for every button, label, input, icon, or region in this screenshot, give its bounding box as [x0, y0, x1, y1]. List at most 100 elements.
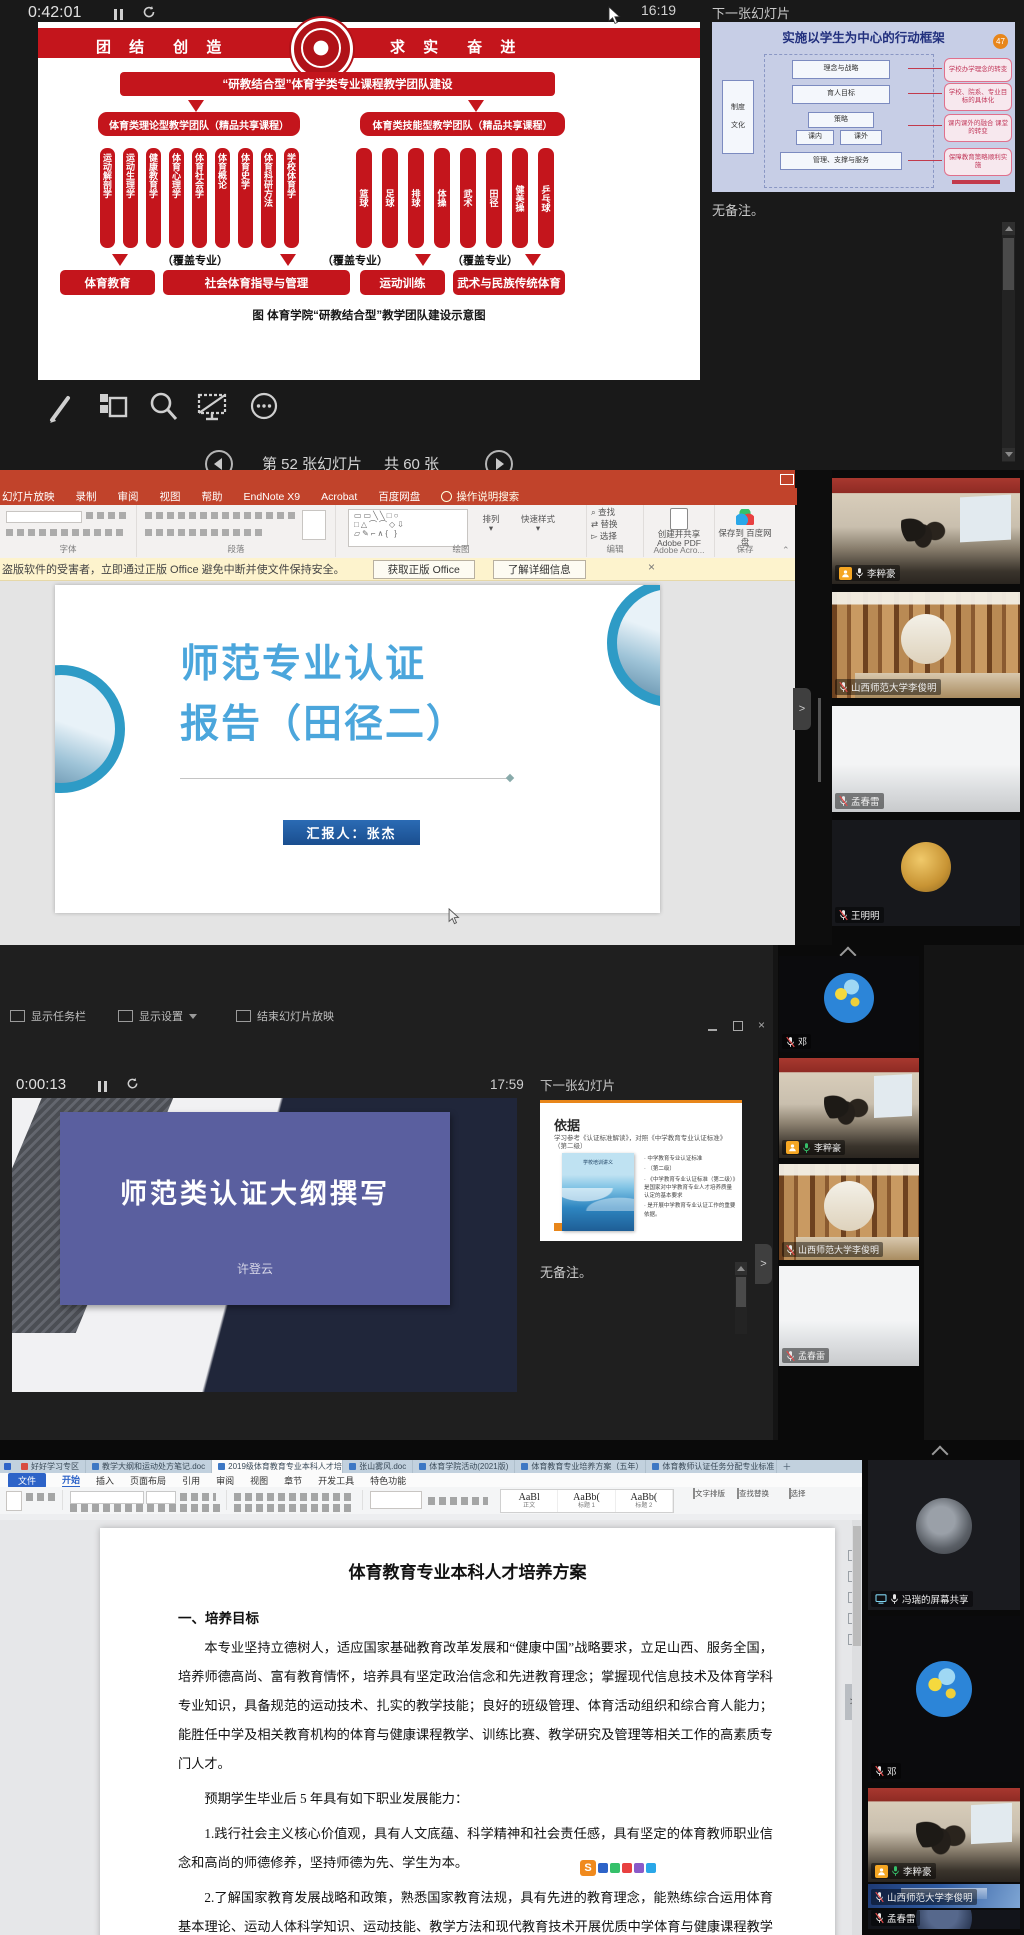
document-tab[interactable]: 体育教育专业培养方案（五年）	[515, 1460, 646, 1473]
notes-scrollbar[interactable]	[1002, 222, 1015, 462]
menu-item[interactable]: 视图	[250, 1474, 268, 1487]
close-button[interactable]: ×	[758, 1018, 765, 1032]
ribbon-tab[interactable]: 百度网盘	[378, 489, 420, 504]
style-preset[interactable]: AaBb( 标题 1	[558, 1490, 615, 1512]
participant-tile[interactable]: 孟春雷	[779, 1266, 919, 1366]
paragraph-group[interactable]: 段落	[137, 505, 336, 557]
styles-gallery[interactable]: AaBl 正文 AaBb( 标题 1 AaBb( 标题 2	[500, 1489, 674, 1513]
style-preset[interactable]: AaBl 正文	[501, 1490, 558, 1512]
menu-item[interactable]: 插入	[96, 1474, 114, 1487]
font-grow-shrink-icons[interactable]	[180, 1493, 216, 1501]
ribbon-tab[interactable]: Acrobat	[321, 491, 357, 503]
ribbon-tab[interactable]: EndNote X9	[244, 491, 301, 503]
expand-panel-tab[interactable]: >	[755, 1244, 772, 1284]
participant-tile[interactable]: 邓	[868, 1616, 1020, 1782]
font-size-select[interactable]	[146, 1491, 176, 1504]
participant-tile[interactable]: 李粹豪	[832, 478, 1020, 584]
clipboard-icons[interactable]	[26, 1493, 56, 1501]
restart-timer-icon[interactable]	[126, 1077, 139, 1095]
paragraph-icons-bottom[interactable]	[234, 1504, 354, 1512]
document-tab[interactable]: 好好学习专区	[15, 1460, 86, 1473]
expand-panel-tab[interactable]: >	[793, 688, 811, 730]
paste-icon[interactable]	[6, 1491, 22, 1511]
quick-styles-button[interactable]: 快速样式▾	[512, 515, 564, 534]
participant-tile[interactable]: 李粹豪	[868, 1788, 1020, 1882]
menu-item[interactable]: 文件	[8, 1473, 46, 1488]
ribbon-tab[interactable]: 视图	[160, 489, 181, 504]
tell-me-search[interactable]: 操作说明搜索	[441, 489, 519, 504]
font-name-select[interactable]	[70, 1491, 144, 1504]
editing-group[interactable]: ⌕ 查找 ⇄ 替换 ▻ 选择 编辑	[587, 505, 644, 557]
show-taskbar-button[interactable]: 显示任务栏	[10, 1008, 86, 1024]
see-all-slides-icon[interactable]	[98, 390, 130, 429]
menu-item[interactable]: 章节	[284, 1474, 302, 1487]
participant-tile[interactable]: 王明明	[832, 820, 1020, 926]
next-slide-preview[interactable]: 实施以学生为中心的行动框架 47 制度文化 理念与战略 育人目标 策略 课内 课…	[712, 22, 1015, 192]
arrange-button[interactable]: 排列▾	[474, 515, 508, 534]
new-tab-button[interactable]: ＋	[777, 1460, 796, 1473]
paragraph-icons-top[interactable]	[234, 1493, 354, 1501]
participant-tile[interactable]: 山西师范大学李俊明	[779, 1164, 919, 1260]
document-area[interactable]: 体育教育专业本科人才培养方案 一、培养目标 本专业坚持立德树人，适应国家基础教育…	[0, 1520, 862, 1935]
document-tab[interactable]: 体育教师认证任务分配专业标准	[646, 1460, 777, 1473]
style-box[interactable]	[370, 1491, 422, 1509]
presenter-display-icon[interactable]	[780, 474, 794, 485]
font-style-icons[interactable]	[70, 1504, 220, 1512]
document-page[interactable]: 体育教育专业本科人才培养方案 一、培养目标 本专业坚持立德树人，适应国家基础教育…	[100, 1528, 835, 1935]
document-tab[interactable]: 体育学院活动(2021版)	[413, 1460, 515, 1473]
ppt-slide-canvas[interactable]: 师范专业认证 报告（田径二） 汇报人：张杰	[55, 585, 660, 913]
participant-tile[interactable]: 李粹豪	[779, 1058, 919, 1158]
end-slideshow-button[interactable]: 结束幻灯片放映	[236, 1008, 334, 1024]
document-tab[interactable]: 张山雾风.doc	[343, 1460, 413, 1473]
blank-screen-icon[interactable]	[196, 390, 230, 429]
ribbon-tab[interactable]: 帮助	[202, 489, 223, 504]
participant-tile[interactable]: 山西师范大学李俊明	[868, 1884, 1020, 1908]
get-genuine-office-button[interactable]: 获取正版 Office	[373, 560, 475, 579]
menu-item[interactable]: 开始	[62, 1473, 80, 1488]
find-button[interactable]: ⌕ 查找	[591, 508, 639, 517]
participant-tile[interactable]: 邓	[779, 956, 919, 1052]
pen-tool-icon[interactable]	[46, 390, 76, 431]
ribbon-tab[interactable]: 审阅	[118, 489, 139, 504]
menu-item[interactable]: 开发工具	[318, 1474, 354, 1487]
misc-icons[interactable]	[428, 1497, 488, 1505]
ribbon-tab[interactable]: 幻灯片放映	[2, 489, 55, 504]
find-replace-button[interactable]: 查找替换	[734, 1489, 772, 1498]
shape-gallery-icons[interactable]: ▭▭╲╲□○□△⌒⌒◇⇩▱✎⌐∧{ }	[354, 511, 406, 538]
select-button[interactable]: 选择	[778, 1489, 816, 1498]
restore-button[interactable]	[733, 1020, 743, 1034]
document-tab[interactable]: 2019级体育教育专业本科人才培养方案	[212, 1460, 343, 1473]
doc-scrollbar[interactable]	[852, 1520, 862, 1935]
minimize-button[interactable]	[708, 1022, 717, 1036]
drawing-group[interactable]: ▭▭╲╲□○□△⌒⌒◇⇩▱✎⌐∧{ } 排列▾ 快速样式▾ 绘图	[336, 505, 587, 557]
style-preset[interactable]: AaBb( 标题 2	[616, 1490, 673, 1512]
pause-icon[interactable]	[98, 1079, 110, 1097]
font-group[interactable]: 字体	[0, 505, 137, 557]
menu-item[interactable]: 特色功能	[370, 1474, 406, 1487]
text-layout-button[interactable]: 文字排版	[690, 1489, 728, 1498]
learn-more-button[interactable]: 了解详细信息	[493, 560, 586, 579]
menu-item[interactable]: 引用	[182, 1474, 200, 1487]
next-slide-button[interactable]	[485, 450, 513, 470]
adobe-pdf-group[interactable]: 创建并共享 Adobe PDF Adobe Acro...	[644, 505, 715, 557]
previous-slide-button[interactable]	[205, 450, 233, 470]
participant-tile[interactable]: 孟春雷	[868, 1910, 1020, 1929]
menu-item[interactable]: 页面布局	[130, 1474, 166, 1487]
wps-app-icon[interactable]	[4, 1463, 11, 1470]
collapse-ribbon-icon[interactable]: ⌃	[782, 545, 790, 556]
next-slide-preview[interactable]: 依据 学习参考《认证标准解读》，对照《中学教育专业认证标准》（第二级） 学校培训…	[540, 1100, 742, 1241]
notes-scrollbar[interactable]	[735, 1262, 747, 1334]
participant-tile[interactable]: 孟春雷	[832, 706, 1020, 812]
more-options-icon[interactable]	[248, 390, 280, 427]
participant-tile[interactable]: 冯瑞的屏幕共享	[868, 1460, 1020, 1610]
baidu-save-group[interactable]: 保存到 百度网盘 保存	[715, 505, 775, 557]
display-settings-button[interactable]: 显示设置	[118, 1008, 197, 1024]
ribbon-tab[interactable]: 录制	[76, 489, 97, 504]
document-tab[interactable]: 教学大纲和运动处方笔记.doc	[86, 1460, 212, 1473]
select-button[interactable]: ▻ 选择	[591, 532, 639, 541]
menu-item[interactable]: 审阅	[216, 1474, 234, 1487]
dismiss-warning-icon[interactable]: ×	[648, 560, 655, 574]
replace-button[interactable]: ⇄ 替换	[591, 520, 639, 529]
participant-tile[interactable]: 山西师范大学李俊明	[832, 592, 1020, 698]
zoom-slide-icon[interactable]	[148, 390, 180, 429]
